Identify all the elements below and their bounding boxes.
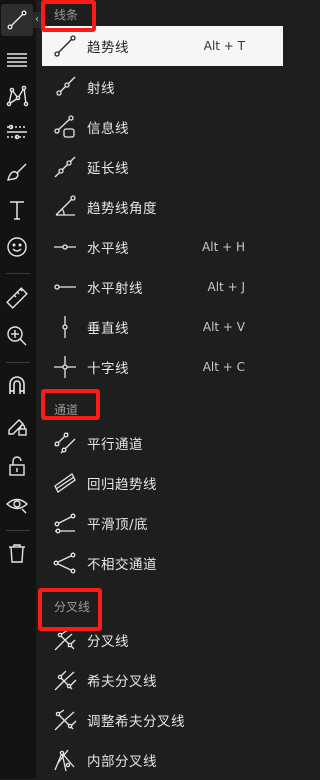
- schiff-pitchfork-icon: [51, 666, 79, 694]
- inside-pitchfork-icon: [51, 746, 79, 774]
- menu-item-label: 调整希夫分叉线: [87, 714, 185, 730]
- menu-item-vertical-line[interactable]: 垂直线 Alt + V: [42, 307, 283, 347]
- eye-tool-icon[interactable]: [1, 488, 33, 520]
- menu-item-cross-line[interactable]: 十字线 Alt + C: [42, 347, 283, 387]
- menu-item-ray[interactable]: 射线: [42, 67, 283, 107]
- highlight-box-pitchforks: [38, 588, 102, 631]
- menu-item-horizontal-ray[interactable]: 水平射线 Alt + J: [42, 267, 283, 307]
- menu-item-label: 射线: [87, 81, 115, 97]
- menu-item-regression-trend[interactable]: 回归趋势线: [42, 463, 283, 503]
- horizontal-line-icon: [51, 233, 79, 261]
- menu-item-schiff-pitchfork[interactable]: 希夫分叉线: [42, 660, 283, 700]
- parallel-channel-icon: [51, 429, 79, 457]
- hotkey-label: Alt + H: [202, 240, 245, 254]
- ruler-tool-icon[interactable]: [1, 282, 33, 314]
- lock-drawing-tool-icon[interactable]: [1, 410, 33, 442]
- menu-item-label: 平行通道: [87, 437, 143, 453]
- menu-item-label: 水平线: [87, 241, 129, 257]
- menu-item-label: 垂直线: [87, 321, 129, 337]
- menu-item-flat-top-bottom[interactable]: 平滑顶/底: [42, 503, 283, 543]
- hotkey-label: Alt + J: [207, 280, 245, 294]
- info-line-icon: [51, 113, 79, 141]
- highlight-box-lines: [41, 0, 96, 32]
- ray-icon: [51, 73, 79, 101]
- menu-item-inside-pitchfork[interactable]: 内部分叉线: [42, 740, 283, 780]
- horizontal-ray-icon: [51, 273, 79, 301]
- menu-item-label: 趋势线角度: [87, 201, 157, 217]
- menu-item-label: 回归趋势线: [87, 477, 157, 493]
- menu-item-label: 不相交通道: [87, 557, 157, 573]
- flat-top-bottom-icon: [51, 509, 79, 537]
- regression-trend-icon: [51, 469, 79, 497]
- disjoint-channel-icon: [51, 549, 79, 577]
- menu-item-trend-angle[interactable]: 趋势线角度: [42, 187, 283, 227]
- trend-line-tool-icon[interactable]: [1, 4, 33, 36]
- pattern-tool-icon[interactable]: [1, 80, 33, 112]
- text-tool-icon[interactable]: [1, 194, 33, 226]
- menu-item-label: 十字线: [87, 361, 129, 377]
- hotkey-label: Alt + V: [202, 320, 245, 334]
- menu-item-parallel-channel[interactable]: 平行通道: [42, 423, 283, 463]
- menu-item-extended-line[interactable]: 延长线: [42, 147, 283, 187]
- fib-tool-icon[interactable]: [1, 44, 33, 76]
- drawing-toolbar: ‹: [0, 0, 42, 779]
- menu-item-disjoint-channel[interactable]: 不相交通道: [42, 543, 283, 583]
- hotkey-label: Alt + C: [202, 360, 245, 374]
- extended-line-icon: [51, 153, 79, 181]
- vertical-line-icon: [51, 313, 79, 341]
- menu-item-label: 平滑顶/底: [87, 517, 149, 533]
- cross-line-icon: [51, 353, 79, 381]
- menu-item-label: 分叉线: [87, 634, 129, 650]
- trend-line-icon: [51, 32, 79, 60]
- menu-item-label: 水平射线: [87, 281, 143, 297]
- menu-item-label: 内部分叉线: [87, 754, 157, 770]
- prediction-tool-icon[interactable]: [1, 116, 33, 148]
- unlock-tool-icon[interactable]: [1, 450, 33, 482]
- brush-tool-icon[interactable]: [1, 156, 33, 188]
- emoji-tool-icon[interactable]: [1, 231, 33, 263]
- menu-item-info-line[interactable]: 信息线: [42, 107, 283, 147]
- menu-item-label: 趋势线: [87, 40, 129, 56]
- highlight-box-channels: [41, 389, 100, 420]
- hotkey-label: Alt + T: [203, 39, 245, 53]
- trash-tool-icon[interactable]: [1, 537, 33, 569]
- menu-item-horizontal-line[interactable]: 水平线 Alt + H: [42, 227, 283, 267]
- zoom-in-tool-icon[interactable]: [1, 320, 33, 352]
- menu-item-trend-line[interactable]: 趋势线 Alt + T: [42, 26, 283, 66]
- menu-item-label: 希夫分叉线: [87, 674, 157, 690]
- magnet-tool-icon[interactable]: [1, 370, 33, 402]
- modified-schiff-pitchfork-icon: [51, 706, 79, 734]
- menu-item-label: 信息线: [87, 121, 129, 137]
- trend-angle-icon: [51, 193, 79, 221]
- menu-item-modified-schiff-pitchfork[interactable]: 调整希夫分叉线: [42, 700, 283, 740]
- menu-item-label: 延长线: [87, 161, 129, 177]
